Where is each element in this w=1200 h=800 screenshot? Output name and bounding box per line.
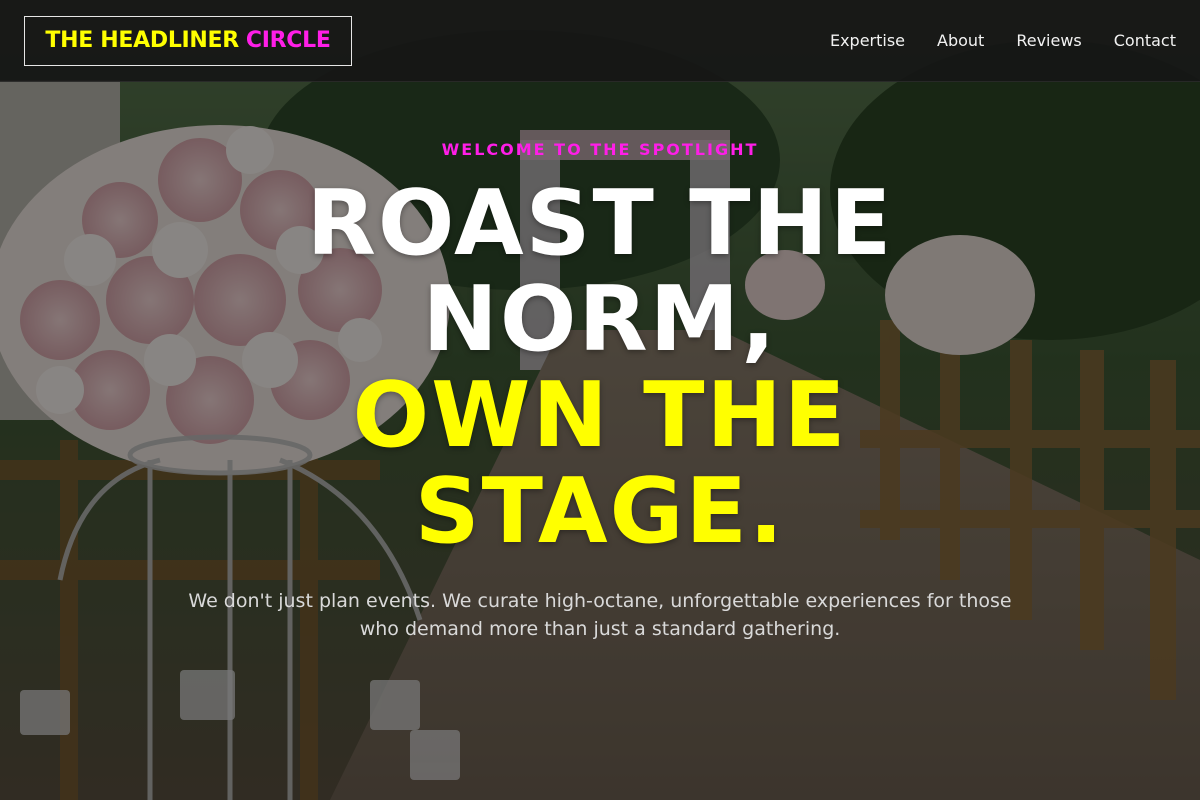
headline-line-2: NORM,	[422, 267, 778, 372]
nav-link-contact[interactable]: Contact	[1114, 31, 1176, 50]
headline-line-1: ROAST THE	[306, 171, 894, 276]
brand-name-part1: THE HEADLINER	[45, 28, 239, 53]
nav-link-about[interactable]: About	[937, 31, 984, 50]
headline-line-3: OWN THE	[352, 363, 848, 468]
headline-line-4: STAGE.	[414, 459, 786, 564]
hero-headline: ROAST THE NORM, OWN THE STAGE.	[0, 176, 1200, 560]
main-nav: Expertise About Reviews Contact	[830, 31, 1176, 50]
hero-subtext: We don't just plan events. We curate hig…	[188, 590, 1012, 640]
brand-name-part2: CIRCLE	[245, 28, 331, 53]
brand-logo[interactable]: THE HEADLINER CIRCLE	[24, 15, 352, 66]
site-header: THE HEADLINER CIRCLE Expertise About Rev…	[0, 0, 1200, 82]
hero-eyebrow: WELCOME TO THE SPOTLIGHT	[441, 140, 759, 159]
nav-link-reviews[interactable]: Reviews	[1016, 31, 1081, 50]
hero-section: WELCOME TO THE SPOTLIGHT ROAST THE NORM,…	[0, 82, 1200, 800]
nav-link-expertise[interactable]: Expertise	[830, 31, 905, 50]
